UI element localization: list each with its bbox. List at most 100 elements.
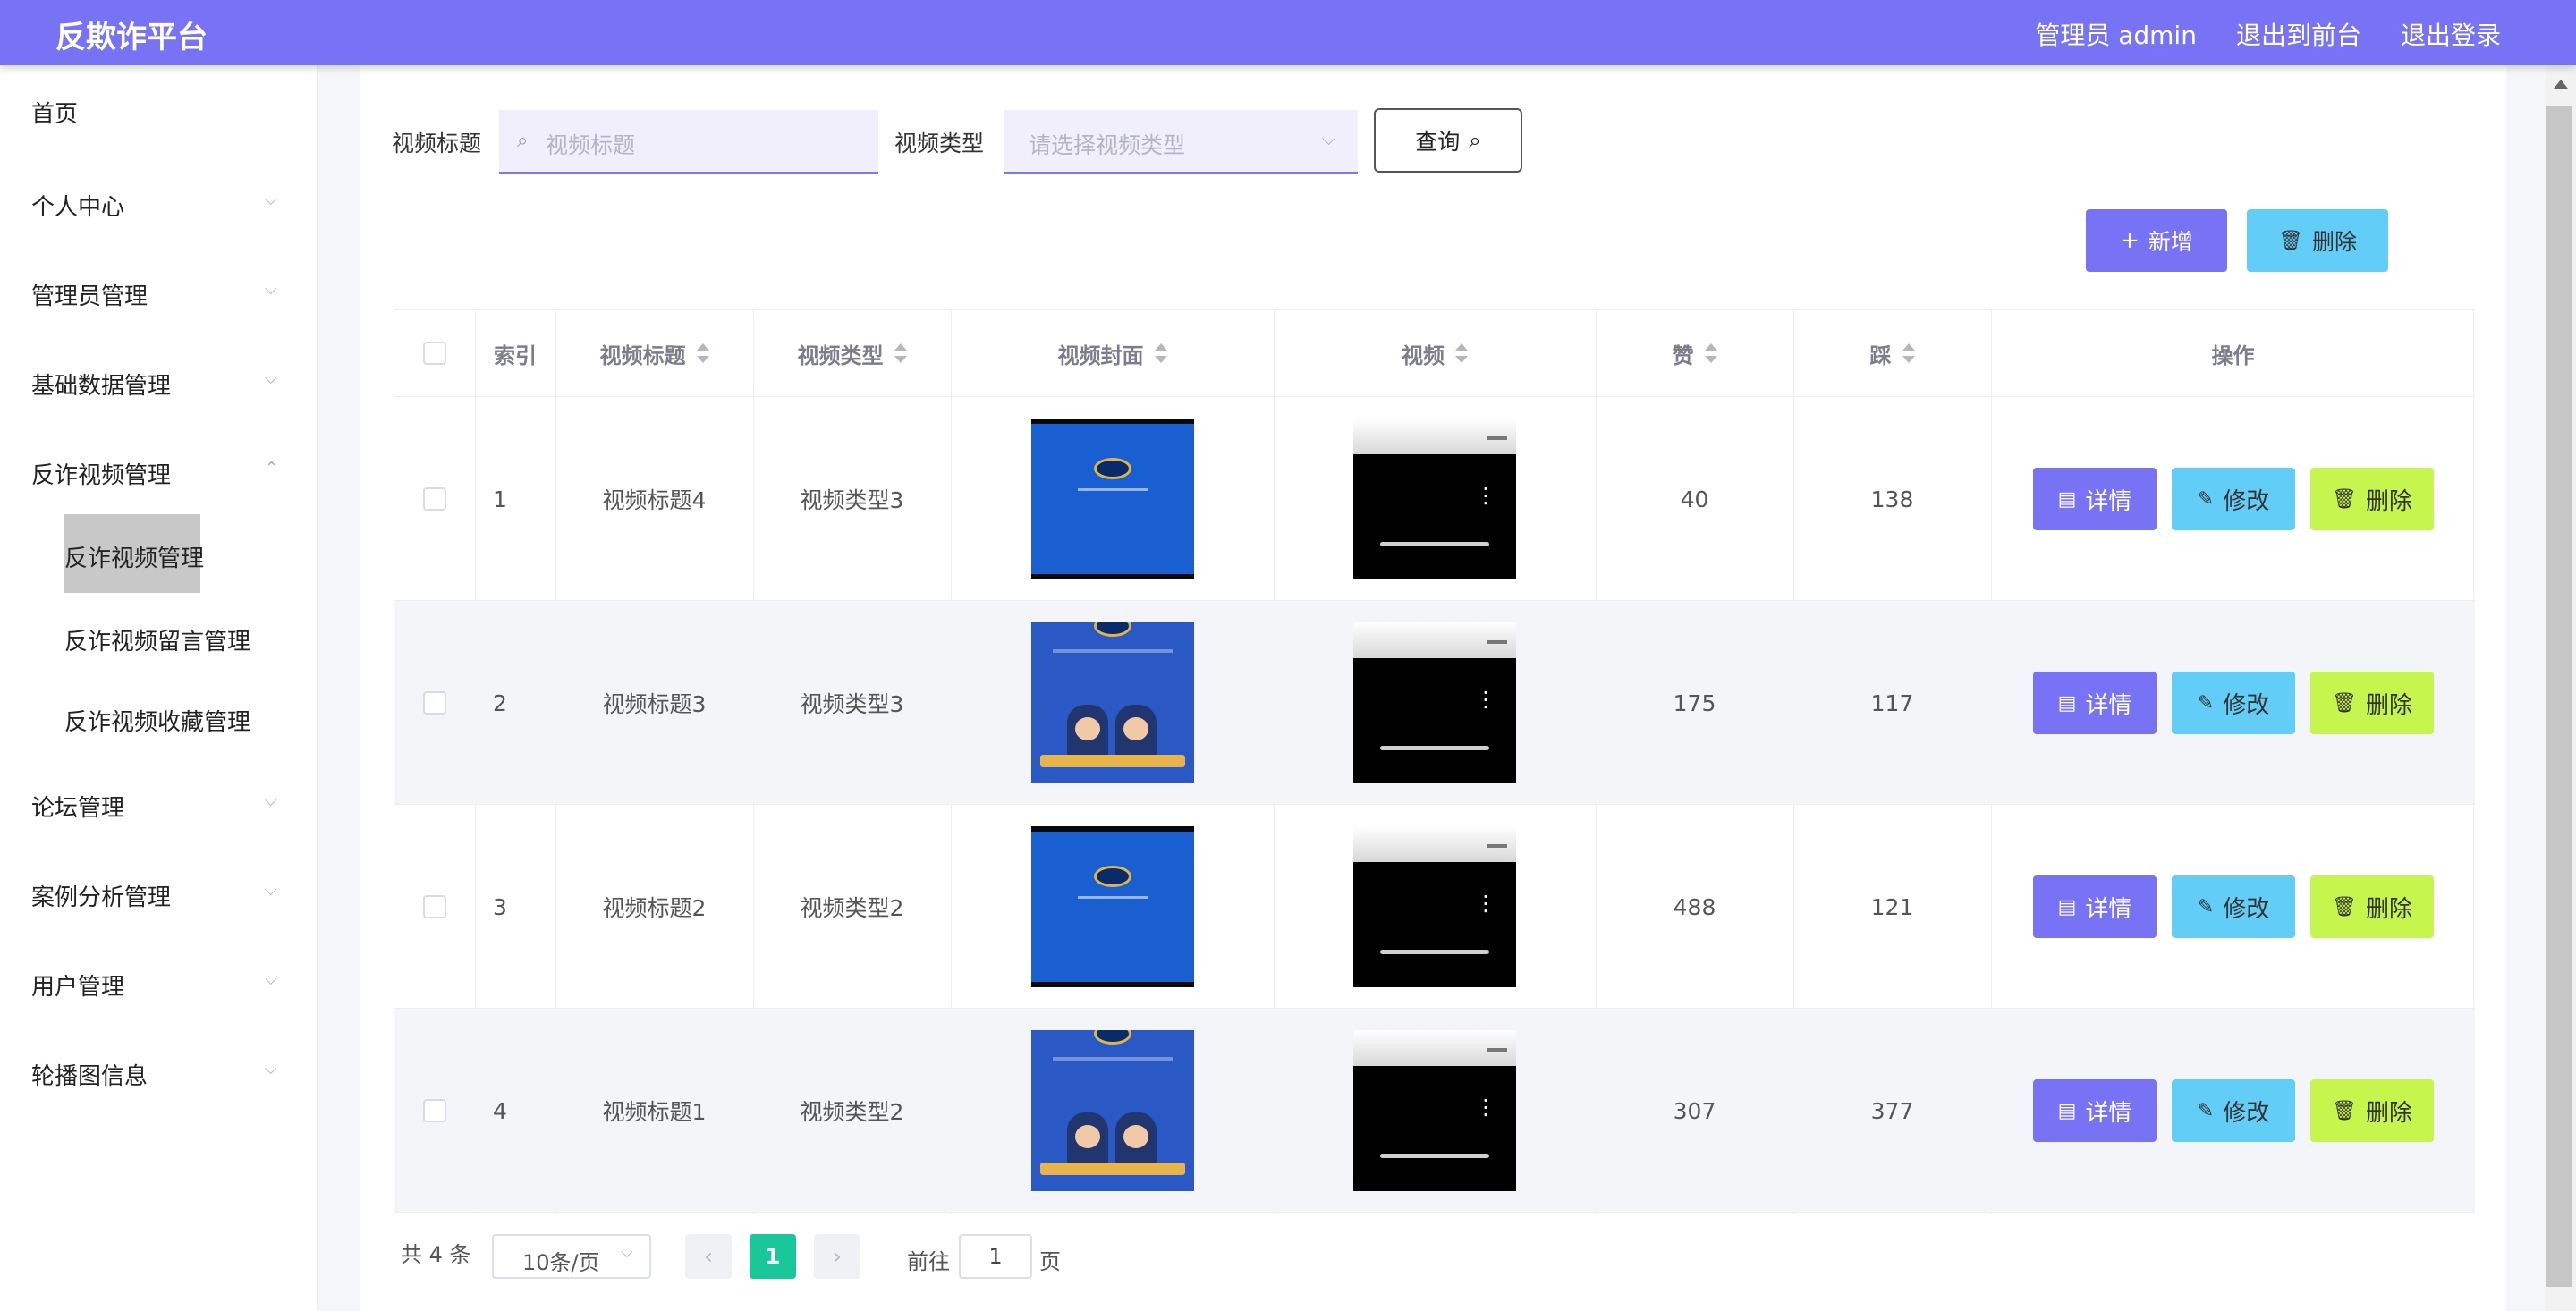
column-header-cover[interactable]: 视频封面 <box>951 310 1274 396</box>
sidebar-item-case-analysis[interactable]: 案例分析管理 ⌵ <box>0 858 318 929</box>
video-cover-image[interactable] <box>1030 419 1194 579</box>
title-cell: 视频标题4 <box>602 487 707 513</box>
sort-icon[interactable] <box>1704 343 1717 363</box>
sort-icon[interactable] <box>1154 343 1167 363</box>
video-status <box>1487 844 1507 848</box>
video-player[interactable]: ⋮ <box>1353 826 1516 987</box>
video-player[interactable]: ⋮ <box>1353 1030 1516 1191</box>
page-number-button[interactable]: 1 <box>750 1234 796 1279</box>
scrollbar-thumb[interactable] <box>2546 106 2572 1287</box>
edit-button[interactable]: ✎ 修改 <box>2172 875 2295 938</box>
sidebar-item-users[interactable]: 用户管理 ⌵ <box>0 947 318 1019</box>
goto-page-input[interactable]: 1 <box>959 1234 1032 1279</box>
title-filter-label: 视频标题 <box>392 131 482 156</box>
detail-button[interactable]: ▤ 详情 <box>2033 468 2157 530</box>
cover-cell <box>951 397 1274 601</box>
likes-cell: 40 <box>1680 486 1709 512</box>
more-options-icon[interactable]: ⋮ <box>1475 1096 1496 1129</box>
video-player[interactable]: ⋮ <box>1353 622 1516 783</box>
video-cover-image[interactable] <box>1030 1030 1194 1191</box>
page-size-select[interactable]: 10条/页 ⌵ <box>492 1234 651 1279</box>
more-options-icon[interactable]: ⋮ <box>1475 892 1496 925</box>
submenu-anti-fraud-video[interactable]: 反诈视频管理 <box>0 512 318 593</box>
sidebar-item-admin-management[interactable]: 管理员管理 ⌵ <box>0 257 318 328</box>
likes-cell: 488 <box>1673 893 1716 920</box>
video-progress-bar[interactable] <box>1380 746 1489 750</box>
column-header-label: 赞 <box>1672 343 1694 368</box>
edit-button[interactable]: ✎ 修改 <box>2172 1079 2295 1142</box>
detail-button[interactable]: ▤ 详情 <box>2033 875 2157 938</box>
column-header-likes[interactable]: 赞 <box>1596 310 1793 396</box>
detail-button[interactable]: ▤ 详情 <box>2033 1079 2157 1142</box>
type-select[interactable]: 请选择视频类型 ⌵ <box>1004 110 1359 174</box>
video-progress-bar[interactable] <box>1380 1154 1489 1158</box>
row-checkbox[interactable] <box>423 691 446 715</box>
sidebar-item-anti-fraud-video[interactable]: 反诈视频管理 ⌃ <box>0 436 318 507</box>
sidebar-item-basic-data[interactable]: 基础数据管理 ⌵ <box>0 346 318 418</box>
video-cover-image[interactable] <box>1030 826 1194 987</box>
row-checkbox[interactable] <box>423 895 446 918</box>
add-button[interactable]: + 新增 <box>2086 209 2227 272</box>
prev-page-button[interactable]: ‹ <box>685 1234 732 1279</box>
video-status <box>1487 640 1507 644</box>
title-search-input[interactable]: ⌕ 视频标题 <box>499 110 879 174</box>
search-icon: ⌕ <box>517 130 529 152</box>
sidebar-item-personal-center[interactable]: 个人中心 ⌵ <box>0 167 318 239</box>
video-progress-bar[interactable] <box>1380 542 1489 546</box>
delete-label: 删除 <box>2365 691 2412 719</box>
more-options-icon[interactable]: ⋮ <box>1475 485 1496 517</box>
row-checkbox[interactable] <box>423 487 446 511</box>
sidebar-item-home[interactable]: 首页 <box>0 74 318 146</box>
detail-button[interactable]: ▤ 详情 <box>2033 672 2157 734</box>
submenu-video-favorites[interactable]: 反诈视频收藏管理 <box>0 682 318 754</box>
select-all-checkbox[interactable] <box>423 342 446 365</box>
cover-caption <box>1077 896 1148 899</box>
police-emblem-icon <box>1093 866 1131 887</box>
column-header-type[interactable]: 视频类型 <box>753 310 951 396</box>
sort-icon[interactable] <box>1902 343 1915 363</box>
chevron-right-icon: › <box>833 1244 842 1269</box>
column-header-label: 视频 <box>1402 343 1445 368</box>
police-emblem-icon <box>1093 622 1131 637</box>
delete-button[interactable]: 🗑 删除 <box>2310 468 2434 530</box>
edit-icon: ✎ <box>2197 1099 2215 1122</box>
edit-button[interactable]: ✎ 修改 <box>2172 672 2295 734</box>
sort-icon[interactable] <box>894 343 907 363</box>
page-scrollbar[interactable] <box>2546 65 2576 1311</box>
brand-title: 反欺诈平台 <box>55 20 208 55</box>
delete-button[interactable]: 🗑 删除 <box>2310 1079 2434 1142</box>
scroll-up-arrow-icon[interactable] <box>2554 80 2568 89</box>
batch-delete-button[interactable]: 🗑 删除 <box>2247 209 2388 272</box>
type-cell: 视频类型2 <box>800 895 904 921</box>
sort-icon[interactable] <box>696 343 709 363</box>
submenu-video-comments[interactable]: 反诈视频留言管理 <box>0 602 318 673</box>
next-page-button[interactable]: › <box>814 1234 860 1279</box>
sidebar-item-carousel[interactable]: 轮播图信息 ⌵ <box>0 1036 318 1108</box>
cartoon-police-figure <box>1066 1112 1108 1170</box>
title-search-placeholder: 视频标题 <box>546 132 636 158</box>
dislikes-cell: 377 <box>1870 1097 1914 1124</box>
video-progress-bar[interactable] <box>1380 950 1489 954</box>
logout-link[interactable]: 退出登录 <box>2401 16 2501 52</box>
sort-icon[interactable] <box>1455 343 1468 363</box>
sidebar-item-forum[interactable]: 论坛管理 ⌵ <box>0 768 318 840</box>
edit-button[interactable]: ✎ 修改 <box>2172 468 2295 530</box>
edit-icon: ✎ <box>2197 691 2215 715</box>
row-checkbox[interactable] <box>423 1099 446 1122</box>
query-button[interactable]: 查询 ⌕ <box>1374 108 1522 173</box>
video-player[interactable]: ⋮ <box>1353 419 1516 579</box>
trash-icon: 🗑 <box>2332 691 2357 715</box>
delete-button[interactable]: 🗑 删除 <box>2310 672 2434 734</box>
trash-icon: 🗑 <box>2332 895 2357 918</box>
delete-button[interactable]: 🗑 删除 <box>2310 875 2434 938</box>
sidebar-item-label: 管理员管理 <box>31 283 148 310</box>
cover-caption <box>1052 1057 1173 1061</box>
column-header-label: 操作 <box>2211 343 2255 368</box>
column-header-title[interactable]: 视频标题 <box>555 310 753 396</box>
cartoon-police-figure <box>1114 1112 1157 1170</box>
video-cover-image[interactable] <box>1030 622 1194 783</box>
more-options-icon[interactable]: ⋮ <box>1475 689 1496 721</box>
column-header-dislikes[interactable]: 踩 <box>1793 310 1991 396</box>
column-header-video[interactable]: 视频 <box>1274 310 1596 396</box>
exit-to-front-link[interactable]: 退出到前台 <box>2236 16 2361 52</box>
